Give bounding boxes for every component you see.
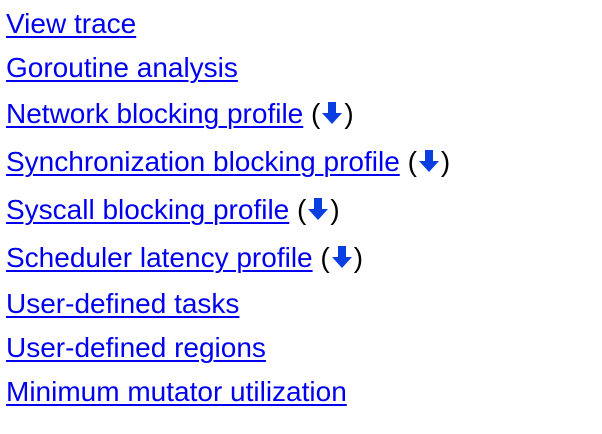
close-paren: ) (353, 242, 364, 273)
list-item: Minimum mutator utilization (6, 370, 596, 414)
down-arrow-icon (330, 244, 354, 270)
list-item: Goroutine analysis (6, 46, 596, 90)
list-item: Scheduler latency profile () (6, 234, 596, 282)
close-paren: ) (440, 146, 451, 177)
open-paren: ( (320, 242, 330, 273)
syscall-blocking-profile-link[interactable]: Syscall blocking profile (6, 194, 289, 225)
open-paren: ( (311, 98, 321, 129)
synchronization-blocking-download-link[interactable] (417, 148, 441, 174)
minimum-mutator-utilization-link[interactable]: Minimum mutator utilization (6, 376, 347, 407)
list-item: Synchronization blocking profile () (6, 138, 596, 186)
user-defined-tasks-link[interactable]: User-defined tasks (6, 288, 239, 319)
close-paren: ) (330, 194, 340, 225)
network-blocking-profile-link[interactable]: Network blocking profile (6, 98, 303, 129)
analysis-links-list: View trace Goroutine analysis Network bl… (6, 2, 596, 414)
down-arrow-icon (320, 100, 344, 126)
list-item: User-defined regions (6, 326, 596, 370)
syscall-blocking-download-link[interactable] (306, 196, 330, 222)
user-defined-regions-link[interactable]: User-defined regions (6, 332, 266, 363)
scheduler-latency-download-link[interactable] (330, 244, 354, 270)
synchronization-blocking-profile-link[interactable]: Synchronization blocking profile (6, 146, 400, 177)
open-paren: ( (407, 146, 417, 177)
scheduler-latency-profile-link[interactable]: Scheduler latency profile (6, 242, 313, 273)
goroutine-analysis-link[interactable]: Goroutine analysis (6, 52, 238, 83)
list-item: User-defined tasks (6, 282, 596, 326)
network-blocking-download-link[interactable] (320, 100, 344, 126)
close-paren: ) (344, 98, 354, 129)
list-item: Network blocking profile () (6, 90, 596, 138)
down-arrow-icon (417, 148, 441, 174)
list-item: Syscall blocking profile () (6, 186, 596, 234)
list-item: View trace (6, 2, 596, 46)
view-trace-link[interactable]: View trace (6, 8, 136, 39)
open-paren: ( (297, 194, 307, 225)
down-arrow-icon (306, 196, 330, 222)
